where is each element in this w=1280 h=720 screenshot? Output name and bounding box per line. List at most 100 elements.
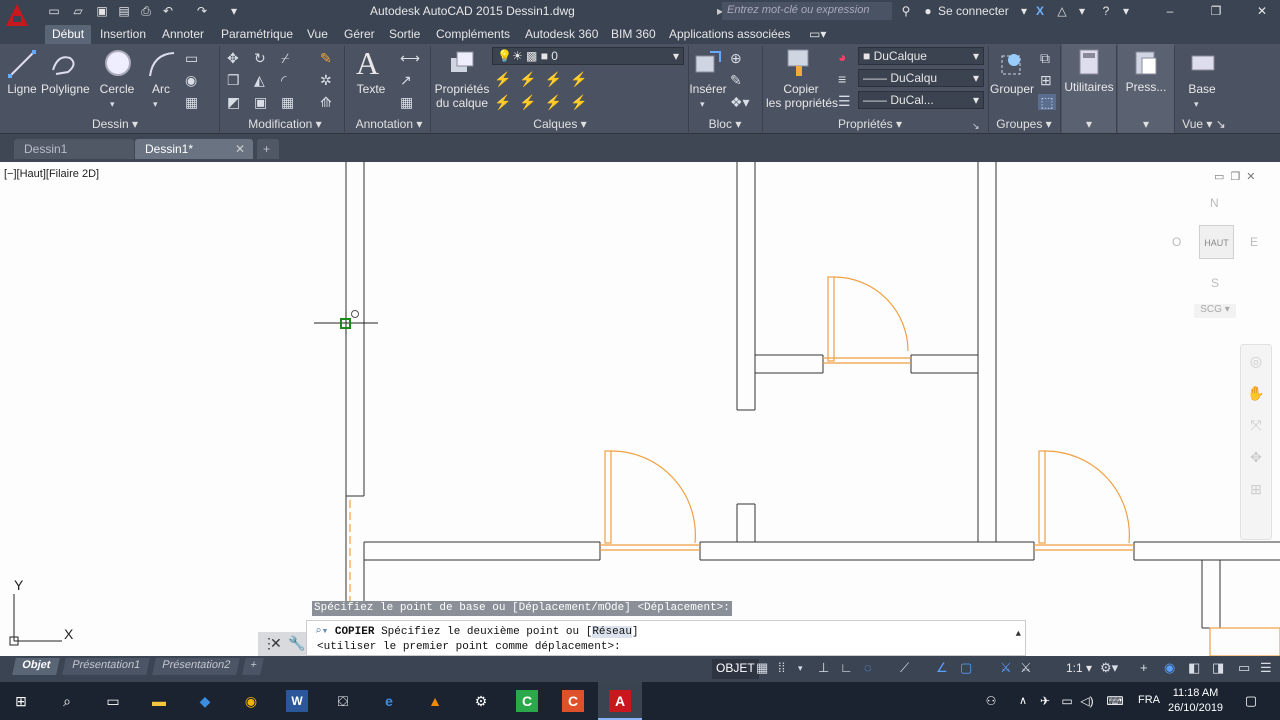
customize-status-icon[interactable]: ☰ [1260,660,1272,676]
fillet-icon[interactable]: ◜ [281,72,286,88]
search-input[interactable]: Entrez mot-clé ou expression [722,2,892,20]
tab-parametrique[interactable]: Paramétrique [214,25,300,44]
redo-icon[interactable]: ↷ [194,3,210,19]
undo-icon[interactable]: ↶ [160,3,176,19]
minimize-icon[interactable]: – [1162,3,1178,19]
ribbon-options-icon[interactable]: ▭▾ [802,25,833,44]
group-button[interactable]: Grouper [990,82,1034,96]
panel-title-proprietes[interactable]: Propriétés ▾ [820,117,920,133]
tab-complements[interactable]: Compléments [429,25,517,44]
search-icon[interactable]: ⌕ [56,690,78,712]
tab-bim360[interactable]: BIM 360 [604,25,663,44]
task-view-icon[interactable]: ▭ [102,690,124,712]
workspace-icon[interactable]: ⚙▾ [1100,660,1118,676]
signin-button[interactable]: Se connecter [938,4,1009,18]
base-button[interactable]: Base [1180,82,1224,96]
rectangle-icon[interactable]: ▭ [185,50,198,66]
help-dropdown-icon[interactable]: ▾ [1118,3,1134,19]
panel-title-vue[interactable]: Vue ▾ ↘ [1176,117,1232,133]
move-icon[interactable]: ✥ [227,50,239,66]
base-dropdown-icon[interactable]: ▾ [1194,96,1199,112]
notifications-icon[interactable]: ▢ [1240,690,1262,712]
isolate-objects-icon[interactable]: ◉ [1164,660,1175,676]
camtasia-recorder-icon[interactable]: C [562,690,584,712]
layer-tools-row1-icon[interactable]: ⚡⚡⚡⚡ [494,71,594,87]
arc-dropdown-icon[interactable]: ▾ [153,96,158,112]
object-snap-icon[interactable]: ▢ [960,660,972,676]
people-icon[interactable]: ⚇ [980,690,1002,712]
doc-tab-dessin1-modified[interactable]: Dessin1* ✕ [135,139,253,159]
saveas-icon[interactable]: ▤ [116,3,132,19]
viewcube-east[interactable]: E [1250,235,1258,249]
dimension-icon[interactable]: ⟷ [400,50,420,66]
a360-dropdown-icon[interactable]: ▾ [1074,3,1090,19]
autocad-logo-icon[interactable] [0,0,40,44]
user-icon[interactable]: ● [920,3,936,19]
table-annotation-icon[interactable]: ▦ [400,94,413,110]
circle-button[interactable]: Cercle [97,82,137,96]
properties-launcher-icon[interactable]: ↘ [972,118,980,134]
utilities-button[interactable]: Utilitaires [1062,80,1116,94]
clean-screen-icon[interactable]: ◨ [1212,660,1224,676]
ungroup-icon[interactable]: ⧉ [1040,50,1050,66]
leader-icon[interactable]: ↗ [400,72,412,88]
qat-dropdown-icon[interactable]: ▾ [226,3,242,19]
doc-tab-dessin1[interactable]: Dessin1 [14,139,134,159]
clipboard-dropdown-icon[interactable]: ▾ [1118,117,1174,133]
command-settings-icon[interactable]: 🔧 [288,635,305,652]
print-icon[interactable]: ⎙ [138,3,154,19]
lineweight-dropdown[interactable]: —— DuCal... ▾ [858,91,984,109]
camtasia-icon[interactable]: C [516,690,538,712]
line-button[interactable]: Ligne [4,82,40,96]
copy-icon[interactable]: ❐ [227,72,240,88]
store-icon[interactable]: ⛋ [332,690,354,712]
layer-properties-button[interactable]: Propriétés du calque [434,82,490,110]
tab-vue[interactable]: Vue [300,25,335,44]
insert-button[interactable]: Insérer [688,82,728,96]
utilities-dropdown-icon[interactable]: ▾ [1062,117,1116,133]
exchange-icon[interactable]: X [1032,3,1048,19]
windows-start-icon[interactable]: ⊞ [10,690,32,712]
new-layout-icon[interactable]: + [242,658,265,675]
rotate-icon[interactable]: ↻ [254,50,266,66]
offset-icon[interactable]: ⟰ [320,94,332,110]
keyboard-icon[interactable]: ⌨ [1104,690,1126,712]
layer-dropdown[interactable]: 💡☀ ▩ ■ 0 ▾ [492,47,684,65]
viewcube-west[interactable]: O [1172,235,1181,249]
command-expand-icon[interactable]: ▲ [1016,629,1021,639]
panel-title-annotation[interactable]: Annotation ▾ [350,117,428,133]
close-icon[interactable]: ✕ [1254,3,1270,19]
block-attrib-icon[interactable]: ❖▾ [730,94,750,110]
hardware-accel-icon[interactable]: ◧ [1188,660,1200,676]
file-explorer-icon[interactable]: ▬ [148,690,170,712]
annotation-visibility-icon[interactable]: ⚔ [1000,660,1012,676]
snap-dropdown-icon[interactable]: ▾ [798,660,803,676]
new-tab-icon[interactable]: + [257,139,279,159]
viewport-window-controls[interactable]: ▭❐✕ [1214,170,1261,183]
vlc-icon[interactable]: ▲ [424,690,446,712]
match-properties-button[interactable]: Copier les propriétés [766,82,838,110]
navigation-bar[interactable]: ◎ ✋ ⤧ ✥ ⊞ [1240,344,1272,540]
trim-icon[interactable]: ⌿ [281,50,289,66]
polyline-button[interactable]: Polyligne [41,82,90,96]
insert-dropdown-icon[interactable]: ▾ [700,96,705,112]
volume-icon[interactable]: ◁) [1076,690,1098,712]
viewcube-south[interactable]: S [1211,276,1219,290]
isodraft-icon[interactable]: ⟋ [900,660,909,676]
layout-tab-presentation1[interactable]: Présentation1 [62,658,150,675]
settings-icon[interactable]: ⚙ [470,690,492,712]
polar-icon[interactable]: ◌ [864,660,872,676]
panel-title-modification[interactable]: Modification ▾ [230,117,340,133]
color-dropdown[interactable]: ■ DuCalque ▾ [858,47,984,65]
scale-icon[interactable]: ▣ [254,94,267,110]
save-icon[interactable]: ▣ [94,3,110,19]
language-indicator[interactable]: FRA [1138,694,1160,706]
new-icon[interactable]: ▭ [46,3,62,19]
layout-tab-objet[interactable]: Objet [12,658,60,675]
maximize-icon[interactable]: ❐ [1208,3,1224,19]
tab-gerer[interactable]: Gérer [337,25,382,44]
a360-icon[interactable]: △ [1054,3,1070,19]
app-icon[interactable]: ◆ [194,690,216,712]
command-close-icon[interactable]: ✕ [270,635,282,652]
model-space-button[interactable]: OBJET [712,659,759,679]
